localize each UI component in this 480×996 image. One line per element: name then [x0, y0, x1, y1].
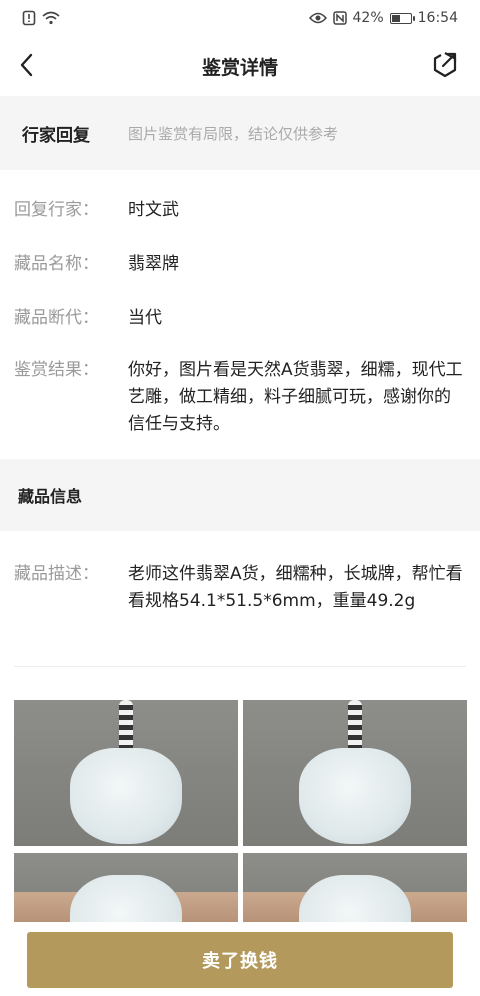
wifi-icon: [42, 11, 60, 25]
jade-pendant: [299, 748, 411, 844]
field-result: 鉴赏结果： 你好，图片看是天然A货翡翠，细糯，现代工艺雕，做工精细，料子细腻可玩…: [14, 357, 466, 438]
field-label: 回复行家：: [14, 200, 99, 220]
status-left: [22, 10, 60, 26]
field-label: 藏品断代：: [14, 308, 99, 328]
field-label: 鉴赏结果：: [14, 360, 99, 380]
nav-header: 鉴赏详情: [0, 36, 480, 96]
field-expert: 回复行家： 时文武: [14, 197, 466, 224]
expert-reply-title: 行家回复: [22, 125, 90, 146]
expert-reply-header: 行家回复 图片鉴赏有局限，结论仅供参考: [0, 96, 480, 170]
clock: 16:54: [417, 10, 458, 26]
field-value: 老师这件翡翠A货，细糯种，长城牌，帮忙看看规格54.1*51.5*6mm，重量4…: [128, 564, 463, 611]
bottom-bar: 卖了换钱: [0, 922, 480, 996]
item-photo-4[interactable]: [243, 853, 467, 928]
sell-button[interactable]: 卖了换钱: [27, 932, 453, 988]
page-title: 鉴赏详情: [201, 56, 278, 79]
item-photo-3[interactable]: [14, 853, 238, 928]
item-info-header: 藏品信息: [0, 459, 480, 531]
field-value: 当代: [128, 308, 162, 328]
item-info-title: 藏品信息: [18, 487, 83, 506]
field-value: 你好，图片看是天然A货翡翠，细糯，现代工艺雕，做工精细，料子细腻可玩，感谢你的信…: [128, 360, 463, 434]
field-dating: 藏品断代： 当代: [14, 305, 466, 332]
chevron-left-icon[interactable]: [14, 50, 44, 80]
field-description: 藏品描述： 老师这件翡翠A货，细糯种，长城牌，帮忙看看规格54.1*51.5*6…: [14, 561, 466, 615]
eye-icon: [308, 12, 327, 24]
item-photo-1[interactable]: [14, 700, 238, 846]
status-bar: 42% 16:54: [0, 0, 480, 36]
jade-pendant: [299, 875, 411, 928]
notification-icon: [22, 10, 36, 26]
item-photo-2[interactable]: [243, 700, 467, 846]
share-icon[interactable]: [430, 50, 460, 80]
battery-icon: [389, 12, 415, 24]
field-label: 藏品名称：: [14, 254, 99, 274]
status-right: 42% 16:54: [308, 10, 458, 26]
jade-pendant: [70, 875, 182, 928]
battery-level: [391, 14, 401, 22]
disclaimer-note: 图片鉴赏有局限，结论仅供参考: [128, 124, 339, 143]
divider: [14, 666, 466, 667]
nfc-icon: [332, 11, 347, 25]
field-value: 翡翠牌: [128, 254, 179, 274]
field-label: 藏品描述：: [14, 564, 99, 584]
field-item-name: 藏品名称： 翡翠牌: [14, 251, 466, 278]
battery-percent: 42%: [352, 10, 384, 26]
field-value: 时文武: [128, 200, 179, 220]
jade-pendant: [70, 748, 182, 844]
